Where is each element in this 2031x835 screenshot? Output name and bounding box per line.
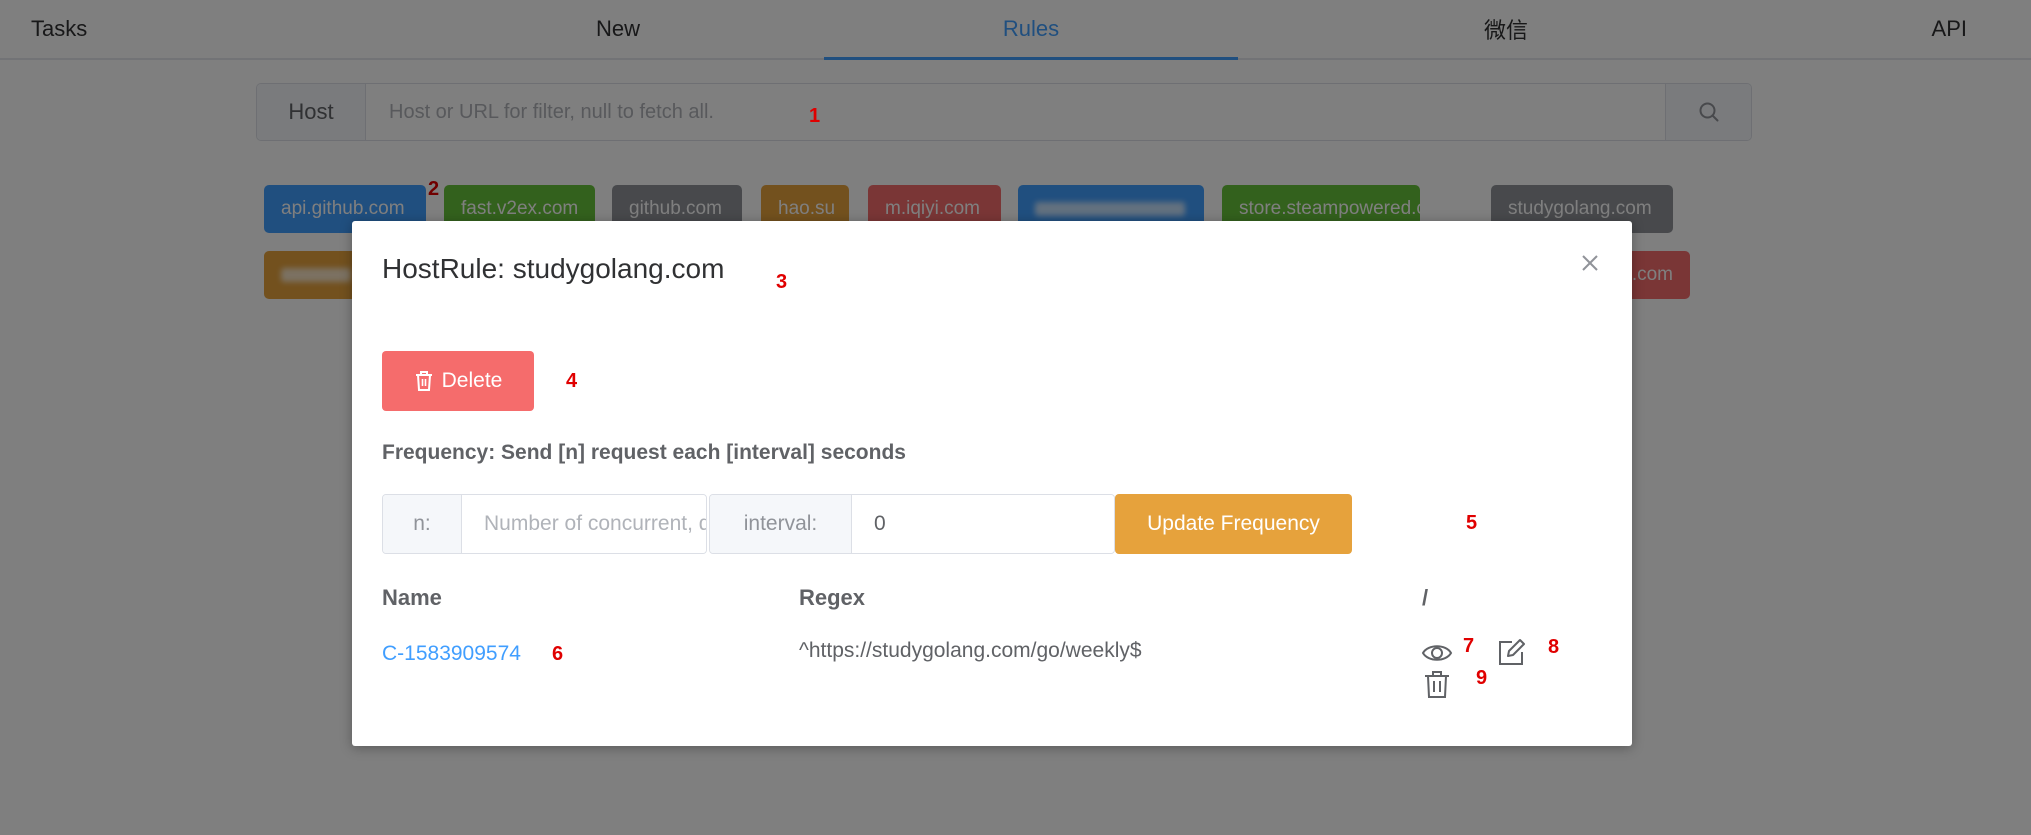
- trash-icon: [1425, 671, 1449, 698]
- n-input-group: n:: [382, 494, 707, 554]
- interval-input[interactable]: [852, 495, 1114, 553]
- annotation-marker: 5: [1466, 512, 1478, 534]
- frequency-label: Frequency: Send [n] request each [interv…: [382, 441, 906, 464]
- column-header-name: Name: [382, 585, 442, 610]
- interval-label: interval:: [710, 495, 852, 553]
- delete-label: Delete: [441, 369, 503, 392]
- n-input[interactable]: [462, 495, 706, 553]
- edit-icon: [1499, 639, 1525, 665]
- trash-icon: [415, 371, 432, 391]
- annotation-marker: 9: [1476, 667, 1488, 689]
- delete-row-button[interactable]: [1421, 668, 1453, 700]
- column-header-regex: Regex: [799, 585, 866, 610]
- frequency-form: n: interval: Update Frequency: [382, 494, 1352, 554]
- edit-rule-button[interactable]: [1495, 637, 1527, 669]
- column-header-actions: /: [1422, 585, 1429, 610]
- annotation-marker: 3: [776, 271, 788, 293]
- n-label: n:: [383, 495, 462, 553]
- annotation-marker: 8: [1548, 636, 1560, 658]
- close-button[interactable]: [1578, 251, 1602, 275]
- annotation-marker: 4: [566, 370, 578, 392]
- rule-name-link[interactable]: C-1583909574: [382, 642, 521, 666]
- rule-regex: ^https://studygolang.com/go/weekly$: [799, 639, 1142, 662]
- view-rule-button[interactable]: [1421, 637, 1453, 669]
- eye-icon: [1421, 645, 1453, 661]
- close-icon: [1582, 255, 1598, 271]
- host-rule-dialog: HostRule: studygolang.com 3 Delete 4 Fre…: [352, 221, 1632, 746]
- delete-rule-button[interactable]: Delete: [382, 351, 534, 411]
- annotation-marker: 1: [809, 105, 821, 127]
- interval-input-group: interval:: [709, 494, 1115, 554]
- update-frequency-button[interactable]: Update Frequency: [1115, 494, 1352, 554]
- annotation-marker: 6: [552, 643, 564, 665]
- dialog-title: HostRule: studygolang.com: [382, 253, 725, 284]
- annotation-marker: 7: [1463, 635, 1475, 657]
